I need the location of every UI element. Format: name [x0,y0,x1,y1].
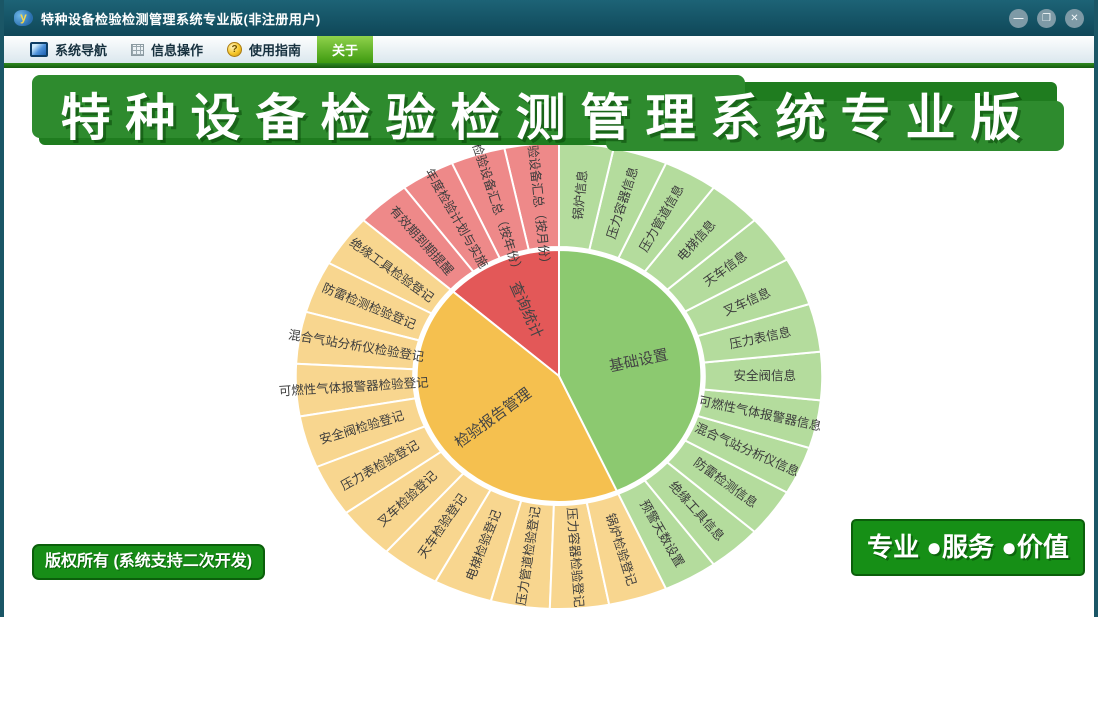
banner-title: 特种设备检验检测管理系统专业版 [60,89,1036,146]
maximize-button[interactable]: ❐ [1037,8,1056,28]
close-button[interactable]: ✕ [1065,8,1084,28]
copyright-badge: 版权所有 (系统支持二次开发) [32,544,266,580]
app-logo-icon: y [14,10,33,26]
grid-icon [131,43,145,56]
content-area: 已检验设备汇总（按月份） 已检验设备汇总（按年份） 年度检验计划与实施 有效期到期提醒… [4,68,1094,643]
titlebar[interactable]: y 特种设备检验检测管理系统专业版(非注册用户) — ❐ ✕ [4,0,1094,36]
toolbar: 系统导航 信息操作 ? 使用指南 关于 [4,36,1094,63]
window-controls: — ❐ ✕ [1009,8,1084,28]
app-window: y 特种设备检验检测管理系统专业版(非注册用户) — ❐ ✕ 系统导航 信息操作… [0,0,1098,643]
menu-label: 信息操作 [151,43,204,58]
screen-icon [30,42,48,57]
menu-label: 关于 [332,43,359,58]
menu-information-operations[interactable]: 信息操作 [119,36,215,63]
slogan-badge: 专业 ●服务 ●价值 [851,519,1085,576]
menu-label: 使用指南 [249,43,302,58]
menu-user-guide[interactable]: ? 使用指南 [215,36,313,63]
menu-label: 系统导航 [55,43,108,58]
chart-label: 安全阀信息 [733,368,796,383]
banner: 特种设备检验检测管理系统专业版 [32,75,1064,151]
menu-system-navigation[interactable]: 系统导航 [18,36,119,63]
minimize-button[interactable]: — [1009,8,1028,28]
window-title: 特种设备检验检测管理系统专业版(非注册用户) [41,11,321,27]
tab-about[interactable]: 关于 [317,36,374,63]
help-coin-icon: ? [227,42,243,57]
